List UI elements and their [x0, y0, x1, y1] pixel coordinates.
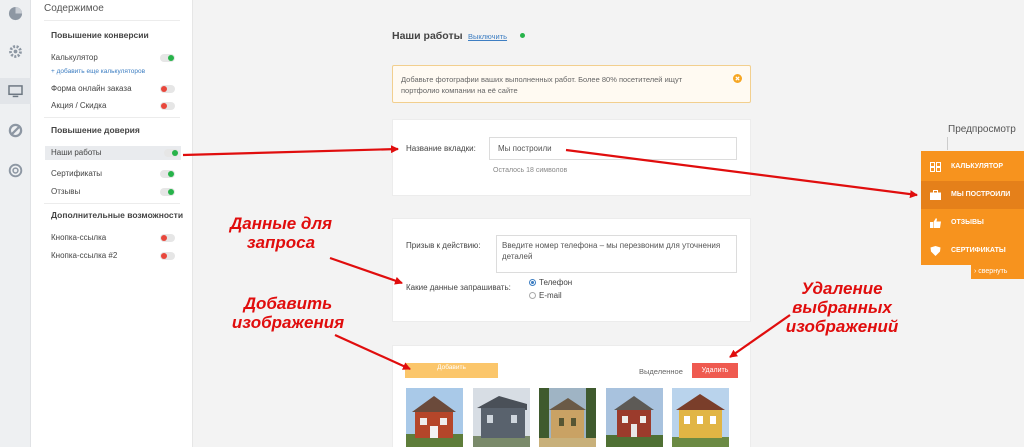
- arrow-to-request-field: [329, 256, 403, 285]
- arrow-to-tab-name: [182, 145, 399, 157]
- arrow-to-preview-tab: [565, 148, 918, 199]
- annotation-add-images: Добавить изображения: [231, 294, 345, 332]
- annotation-request-data: Данные для запроса: [229, 214, 333, 252]
- arrow-to-add-button: [334, 333, 411, 371]
- annotation-arrows: [182, 145, 918, 371]
- annotation-delete-images: Удаление выбранных изображений: [785, 279, 899, 336]
